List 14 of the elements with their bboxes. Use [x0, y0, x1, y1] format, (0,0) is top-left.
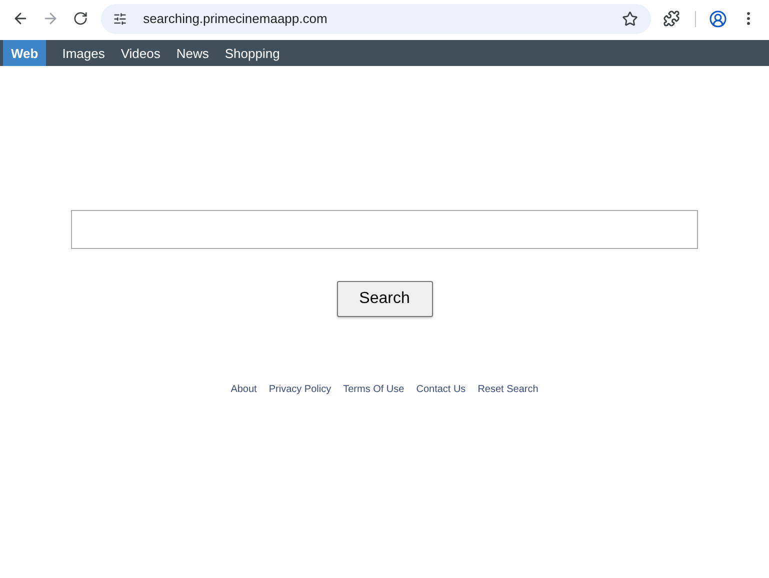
footer-link[interactable]: Reset Search: [478, 384, 538, 395]
footer-link[interactable]: Privacy Policy: [268, 384, 332, 395]
nav-tab[interactable]: Videos: [112, 40, 168, 66]
footer-link[interactable]: Terms Of Use: [343, 384, 404, 395]
search-button[interactable]: Search: [336, 281, 432, 317]
url-text: searching.primecinemaapp.com: [143, 11, 328, 26]
address-bar[interactable]: searching.primecinemaapp.com: [101, 4, 652, 34]
nav-tab[interactable]: Shopping: [216, 40, 288, 66]
search-field[interactable]: [71, 210, 698, 249]
nav-tab[interactable]: News: [168, 40, 217, 66]
nav-tab[interactable]: Images: [54, 40, 113, 66]
footer-link[interactable]: About: [230, 384, 257, 395]
footer-link[interactable]: Contact Us: [416, 384, 466, 395]
nav-tab[interactable]: Web: [3, 40, 46, 66]
